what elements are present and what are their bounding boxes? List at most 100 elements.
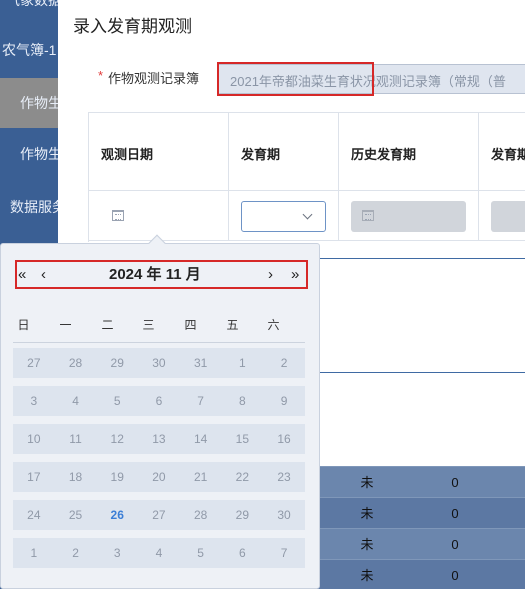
week-row: 27 28 29 30 31 1 2 xyxy=(13,348,305,378)
sidebar-item-label: 气象数据 xyxy=(6,0,58,8)
day-cell[interactable]: 7 xyxy=(263,538,305,568)
next-month-button[interactable]: › xyxy=(268,265,273,285)
table-cell: 未 xyxy=(360,568,374,583)
day-cell-today[interactable]: 26 xyxy=(96,500,138,530)
day-cell[interactable]: 4 xyxy=(55,386,97,416)
week-row: 17 18 19 20 21 22 23 xyxy=(13,462,305,492)
day-cell[interactable]: 12 xyxy=(96,424,138,454)
day-cell[interactable]: 14 xyxy=(180,424,222,454)
date-cell[interactable] xyxy=(89,191,229,241)
day-cell[interactable]: 4 xyxy=(138,538,180,568)
sidebar-item-agro-book[interactable]: 农气簿-1 xyxy=(0,25,58,75)
day-cell[interactable]: 24 xyxy=(13,500,55,530)
day-cell[interactable]: 30 xyxy=(138,348,180,378)
table-cell: 0 xyxy=(451,475,459,490)
prev-month-button[interactable]: ‹ xyxy=(41,265,46,285)
weekday-label: 日 xyxy=(17,318,30,332)
day-cell[interactable]: 29 xyxy=(96,348,138,378)
modal-title: 录入发育期观测 xyxy=(73,17,192,36)
day-cell[interactable]: 30 xyxy=(263,500,305,530)
day-cell[interactable]: 11 xyxy=(55,424,97,454)
record-book-label: 作物观测记录簿 xyxy=(108,71,200,86)
table-row: 未 0 xyxy=(318,559,525,589)
sidebar-item-data-service[interactable]: 数据服务 xyxy=(0,182,58,232)
observation-table: 观测日期 发育期 历史发育期 发育期 xyxy=(88,112,525,242)
week-row: 24 25 26 27 28 29 30 xyxy=(13,500,305,530)
sidebar-item-weather-data[interactable]: 气象数据 xyxy=(0,0,58,25)
day-cell[interactable]: 7 xyxy=(180,386,222,416)
day-cell[interactable]: 21 xyxy=(180,462,222,492)
sidebar-item-crop-growth[interactable]: 作物生 xyxy=(0,129,58,179)
date-picker: « ‹ 2024 年 11 月 › » 日 一 二 三 四 五 六 27 28 29… xyxy=(0,234,320,589)
year-month-label[interactable]: 2024 年 11 月 xyxy=(109,265,201,285)
day-cell[interactable]: 10 xyxy=(13,424,55,454)
sidebar-item-label: 作物生 xyxy=(20,146,58,162)
day-cell[interactable]: 15 xyxy=(222,424,264,454)
day-cell[interactable]: 1 xyxy=(222,348,264,378)
day-cell[interactable]: 27 xyxy=(138,500,180,530)
sidebar-item-label: 农气簿-1 xyxy=(2,42,57,58)
day-cell[interactable]: 31 xyxy=(180,348,222,378)
week-row: 10 11 12 13 14 15 16 xyxy=(13,424,305,454)
background-table: 未 0 未 0 未 0 未 0 xyxy=(318,466,525,589)
day-cell[interactable]: 2 xyxy=(55,538,97,568)
next-year-button[interactable]: » xyxy=(291,265,299,285)
table-cell: 0 xyxy=(451,568,459,583)
day-cell[interactable]: 6 xyxy=(222,538,264,568)
table-cell: 未 xyxy=(360,537,374,552)
sidebar-item-label: 数据服务 xyxy=(10,199,58,215)
weekday-label: 四 xyxy=(184,318,197,332)
day-cell[interactable]: 17 xyxy=(13,462,55,492)
sidebar-item-crop-growth-active[interactable]: 作物生 xyxy=(0,78,58,128)
table-cell: 未 xyxy=(360,506,374,521)
weekday-label: 六 xyxy=(267,318,280,332)
day-cell[interactable]: 23 xyxy=(263,462,305,492)
column-header-stage-2: 发育期 xyxy=(479,113,525,191)
day-cell[interactable]: 5 xyxy=(96,386,138,416)
history-date-input xyxy=(351,201,466,232)
table-cell: 0 xyxy=(451,506,459,521)
day-cell[interactable]: 29 xyxy=(222,500,264,530)
history-stage-cell xyxy=(339,191,479,241)
stage-cell-2 xyxy=(479,191,525,241)
prev-year-button[interactable]: « xyxy=(18,265,26,285)
day-cell[interactable]: 13 xyxy=(138,424,180,454)
column-header-stage: 发育期 xyxy=(229,113,339,191)
day-cell[interactable]: 3 xyxy=(13,386,55,416)
day-cell[interactable]: 28 xyxy=(180,500,222,530)
day-cell[interactable]: 19 xyxy=(96,462,138,492)
day-cell[interactable]: 22 xyxy=(222,462,264,492)
table-cell: 未 xyxy=(360,475,374,490)
day-cell[interactable]: 25 xyxy=(55,500,97,530)
day-cell[interactable]: 20 xyxy=(138,462,180,492)
disabled-input xyxy=(491,201,525,232)
picker-header: « ‹ 2024 年 11 月 › » xyxy=(15,260,308,289)
day-cell[interactable]: 16 xyxy=(263,424,305,454)
table-row: 未 0 xyxy=(318,528,525,559)
sidebar-item-label: 作物生 xyxy=(20,95,58,111)
table-row: 未 0 xyxy=(318,497,525,528)
day-cell[interactable]: 3 xyxy=(96,538,138,568)
weekday-label: 三 xyxy=(142,318,155,332)
highlight-box xyxy=(217,62,374,96)
column-header-history-stage: 历史发育期 xyxy=(339,113,479,191)
divider xyxy=(13,342,305,343)
calendar-icon[interactable] xyxy=(112,210,124,221)
weekday-label: 一 xyxy=(59,318,72,332)
calendar-icon xyxy=(362,210,374,221)
day-cell[interactable]: 1 xyxy=(13,538,55,568)
day-cell[interactable]: 9 xyxy=(263,386,305,416)
day-cell[interactable]: 18 xyxy=(55,462,97,492)
week-row: 1234567 xyxy=(13,538,305,568)
day-cell[interactable]: 28 xyxy=(55,348,97,378)
table-cell: 0 xyxy=(451,537,459,552)
day-cell[interactable]: 27 xyxy=(13,348,55,378)
stage-select[interactable] xyxy=(241,201,326,232)
day-cell[interactable]: 8 xyxy=(222,386,264,416)
day-cell[interactable]: 2 xyxy=(263,348,305,378)
chevron-down-icon xyxy=(302,209,313,220)
day-cell[interactable]: 6 xyxy=(138,386,180,416)
weekday-label: 二 xyxy=(101,318,114,332)
day-cell[interactable]: 5 xyxy=(180,538,222,568)
column-header-date: 观测日期 xyxy=(89,113,229,191)
